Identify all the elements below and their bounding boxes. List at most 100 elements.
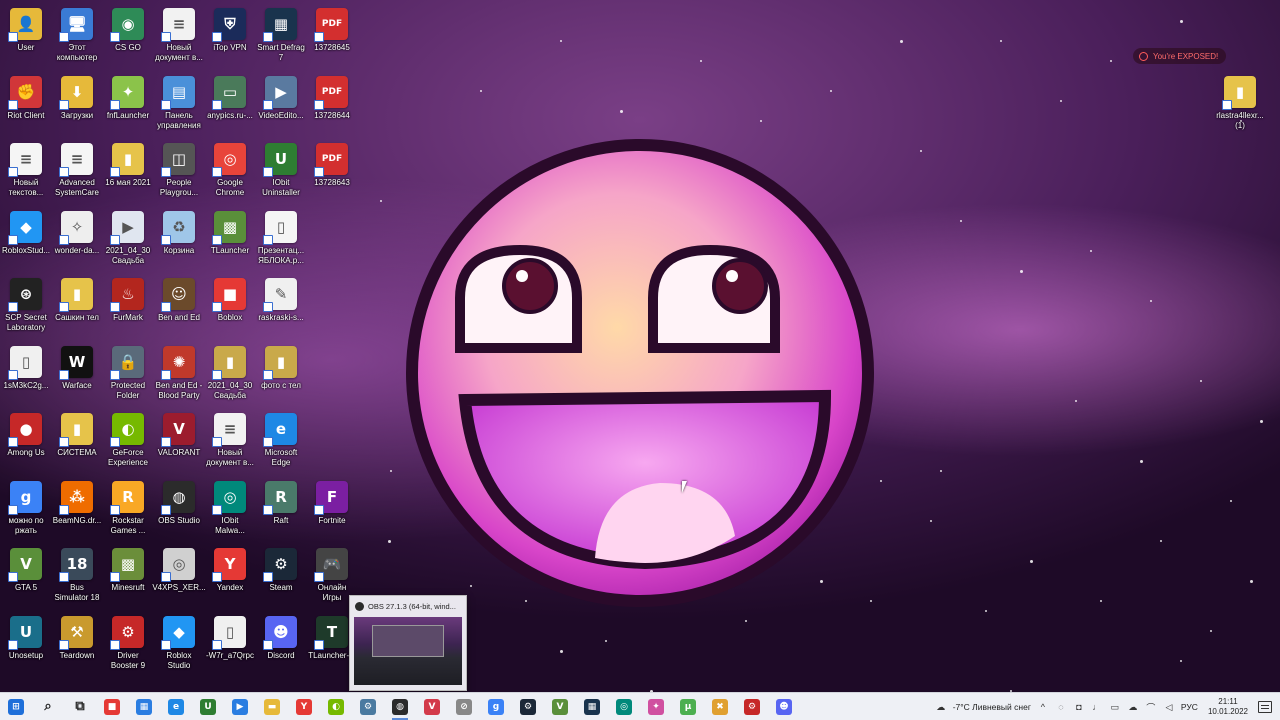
desktop-icon[interactable]: ⬇ Загрузки <box>51 72 103 138</box>
taskbar-app-torrent[interactable]: µ <box>672 693 704 720</box>
cloud-icon[interactable]: ☁ <box>1127 701 1139 713</box>
taskbar-app-cs[interactable]: ✖ <box>704 693 736 720</box>
taskbar-app-roblox[interactable]: ■ <box>96 693 128 720</box>
desktop-icon[interactable]: ● Among Us <box>0 409 52 475</box>
language-indicator[interactable]: РУС <box>1181 702 1198 712</box>
gta5-icon: V <box>8 548 42 582</box>
taskbar-app-gta[interactable]: V <box>544 693 576 720</box>
zip-folder-icon: ▮ <box>59 278 93 312</box>
star <box>930 520 932 522</box>
desktop-icon[interactable]: ≡ Advanced SystemCare <box>51 139 103 205</box>
desktop-icon[interactable]: ■ Boblox <box>204 274 256 340</box>
desktop-icon[interactable]: ▯ -W7r_a7Qrpc <box>204 612 256 678</box>
desktop-icon[interactable]: ▮ 2021_04_30 Свадьба <box>204 342 256 408</box>
notifications-icon[interactable] <box>1258 701 1272 713</box>
star <box>620 110 623 113</box>
star <box>1250 580 1253 583</box>
star <box>1030 560 1033 563</box>
taskbar-app-malware[interactable]: ◎ <box>608 693 640 720</box>
desktop-icon[interactable]: 18 Bus Simulator 18 <box>51 544 103 610</box>
desktop-icon[interactable]: Y Yandex <box>204 544 256 610</box>
desktop-icon[interactable]: ≡ Новый документ в... <box>153 4 205 70</box>
microphone-icon[interactable]: ♩ <box>1091 701 1103 713</box>
desktop-icon[interactable]: ☺ Ben and Ed <box>153 274 205 340</box>
video-editor-icon: ▶ <box>263 75 297 110</box>
desktop-icon[interactable]: ◆ Roblox Studio <box>153 612 205 678</box>
desktop-icon[interactable]: PDF 13728643 <box>306 139 358 205</box>
desktop-icon[interactable]: g можно по ржать <box>0 477 52 543</box>
desktop-icon[interactable]: e Microsoft Edge <box>255 409 307 475</box>
desktop-icon[interactable]: ◎ V4XPS_XER... <box>152 544 206 610</box>
raft-icon: R <box>263 480 297 515</box>
desktop-icon[interactable]: R Raft <box>255 477 307 543</box>
network-icon[interactable]: ⌒ <box>1145 701 1157 713</box>
taskbar-app-edge[interactable]: e <box>160 693 192 720</box>
taskbar-apps: ⊞ ⌕ ⧉ ■ ▦ e U ▶ ▬ Y ◐ ⚙ ◍ V ⊘ g ⚙ V ▦ ◎ ✦ µ ✖ ⚙ ☻ <box>0 693 800 720</box>
desktop-icon[interactable]: ▮ фото с тел <box>255 342 307 408</box>
taskbar-app-explorer[interactable]: ▬ <box>256 693 288 720</box>
taskbar-app-steam[interactable]: ⚙ <box>512 693 544 720</box>
taskbar-app-yandex[interactable]: Y <box>288 693 320 720</box>
desktop-icon[interactable]: ♻ Корзина <box>153 207 205 273</box>
desktop-icon[interactable]: U IObit Uninstaller <box>255 139 307 205</box>
taskbar-app-fnf[interactable]: ✦ <box>640 693 672 720</box>
start-button[interactable]: ⊞ <box>0 693 32 720</box>
desktop-icon[interactable]: ◐ GeForce Experience <box>102 409 154 475</box>
desktop-icon-rlastra-archive[interactable]: ▮ rlastra4llexr... (1) <box>1214 72 1266 138</box>
taskbar-app-defrag[interactable]: ▦ <box>576 693 608 720</box>
task-view-button[interactable]: ⧉ <box>64 693 96 720</box>
taskbar-app-nvidia[interactable]: ◐ <box>320 693 352 720</box>
desktop-icon[interactable]: ▶ VideoEdito... <box>255 72 307 138</box>
desktop-icon[interactable]: R Rockstar Games ... <box>102 477 154 543</box>
gamepad-icon: 🎮 <box>314 548 348 582</box>
desktop-icon[interactable]: PDF 13728644 <box>306 72 358 138</box>
desktop-icon[interactable]: ▭ anypics.ru-... <box>204 72 256 138</box>
clock[interactable]: 21:11 10.01.2022 <box>1208 697 1248 717</box>
taskbar-app-settings[interactable]: ⚙ <box>352 693 384 720</box>
star <box>940 470 942 472</box>
taskbar-app-media[interactable]: ▶ <box>224 693 256 720</box>
desktop-icon-label: 13728645 <box>314 43 350 52</box>
roblox-icon: ■ <box>104 698 120 715</box>
gamepad-tray-icon[interactable]: ◘ <box>1073 701 1085 713</box>
star <box>1060 100 1062 102</box>
battery-icon[interactable]: ▭ <box>1109 701 1121 713</box>
desktop-icon[interactable]: U Unosetup <box>0 612 52 678</box>
search-button[interactable]: ⌕ <box>32 693 64 720</box>
antivirus-tray-icon[interactable]: ◌ <box>1055 701 1067 713</box>
valorant-icon: V <box>161 413 195 447</box>
taskbar-app-riot[interactable]: ⊘ <box>448 693 480 720</box>
desktop-icon[interactable]: ▯ 1sM3kC2g... <box>0 342 52 408</box>
desktop-icon[interactable]: F Fortnite <box>306 477 358 543</box>
desktop-icon[interactable]: ⊛ SCP Secret Laboratory <box>0 274 52 340</box>
volume-icon[interactable]: ◁ <box>1163 701 1175 713</box>
desktop-icon[interactable]: ◆ RobloxStud... <box>0 207 52 273</box>
desktop-icon[interactable]: ✊ Riot Client <box>0 72 52 138</box>
chevron-up-icon[interactable]: ^ <box>1037 701 1049 713</box>
task-view-icon: ⧉ <box>72 698 88 715</box>
taskbar-app-obs[interactable]: ◍ <box>384 693 416 720</box>
desktop-icon[interactable]: ▤ Панель управления <box>153 72 205 138</box>
desktop-icon[interactable]: ◎ IObit Malwa... <box>204 477 256 543</box>
taskbar-app-driverbooster[interactable]: ⚙ <box>736 693 768 720</box>
desktop-icon[interactable]: ▦ Smart Defrag 7 <box>255 4 307 70</box>
weather-icon[interactable]: ☁ <box>935 701 947 713</box>
taskbar-app-store[interactable]: ▦ <box>128 693 160 720</box>
desktop-icon[interactable]: ▯ Презентац... ЯБЛОКА.р... <box>255 207 307 273</box>
taskbar-app-discord[interactable]: ☻ <box>768 693 800 720</box>
taskbar-app-g[interactable]: g <box>480 693 512 720</box>
taskbar-app-iobit[interactable]: U <box>192 693 224 720</box>
taskbar-app-valorant[interactable]: V <box>416 693 448 720</box>
desktop-icon[interactable]: ♨ FurMark <box>102 274 154 340</box>
desktop-icon[interactable]: ▮ Сашкин тел <box>51 274 103 340</box>
video-file-icon: ▶ <box>110 210 144 245</box>
desktop-icon[interactable]: ☻ Discord <box>255 612 307 678</box>
weather-text[interactable]: -7°C Ливневый снег <box>953 702 1031 712</box>
desktop-icon[interactable]: ▩ Minesruft <box>102 544 154 610</box>
desktop-icon[interactable]: 🖥 Этот компьютер <box>51 4 103 70</box>
desktop-icon[interactable]: ▶ 2021_04_30 Свадьба <box>102 207 154 273</box>
desktop-icon[interactable]: ✎ raskraski-s... <box>255 274 307 340</box>
obs-taskbar-thumbnail[interactable]: OBS 27.1.3 (64-bit, wind... <box>349 595 467 691</box>
desktop-icon[interactable]: PDF 13728645 <box>306 4 358 70</box>
star <box>900 40 903 43</box>
